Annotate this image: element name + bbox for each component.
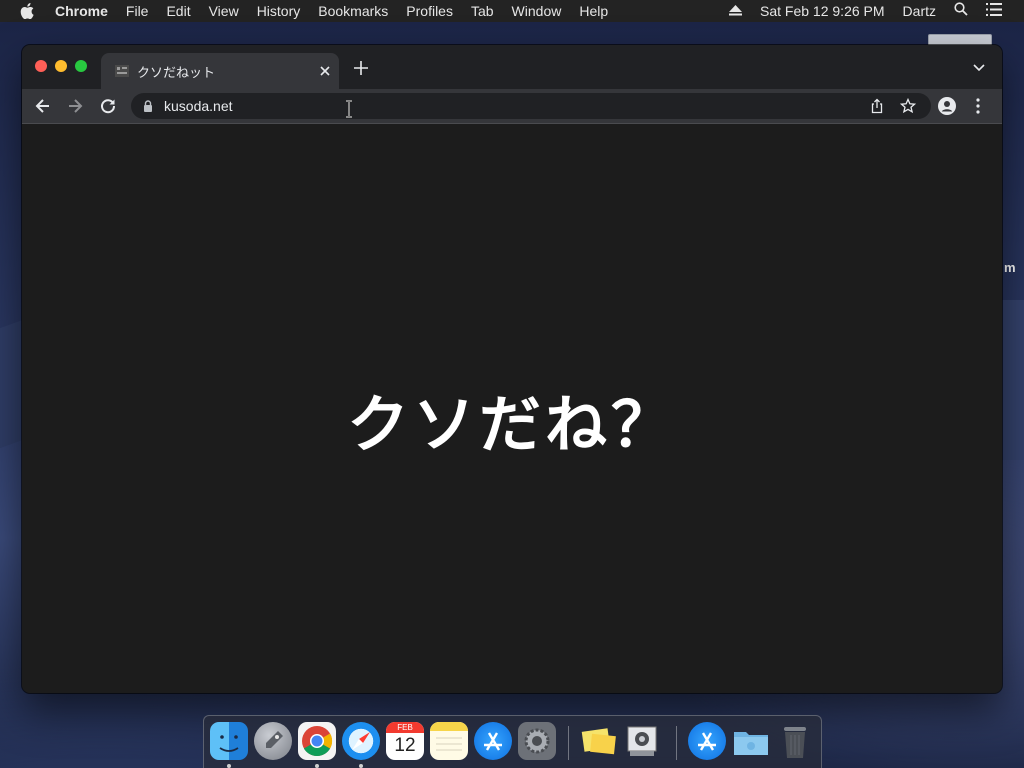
window-zoom-button[interactable] [75,60,87,72]
calendar-icon[interactable]: FEB 12 [386,722,424,760]
share-icon[interactable] [869,98,885,114]
more-menu-icon[interactable] [975,97,981,115]
window-close-button[interactable] [35,60,47,72]
reload-icon[interactable] [99,97,117,115]
folder-icon[interactable] [732,722,770,760]
finder-icon[interactable] [210,722,248,760]
menu-app-chrome[interactable]: Chrome [46,0,117,22]
tab-active[interactable]: クソだねット [101,53,339,89]
safari-running-indicator [359,764,363,768]
profile-avatar-icon[interactable] [938,97,956,115]
tab-search-chevron-icon[interactable] [973,63,985,73]
desktop-icon-label: m [1004,260,1016,275]
finder-running-indicator [227,764,231,768]
page-headline: クソだね？ [346,388,677,461]
stickies-icon[interactable] [580,722,618,760]
safari-icon[interactable] [342,722,380,760]
menu-clock[interactable]: Sat Feb 12 9:26 PM [751,0,894,22]
calendar-month: FEB [386,722,424,733]
menu-bookmarks[interactable]: Bookmarks [309,0,397,22]
new-tab-plus-icon[interactable] [354,61,368,75]
launchpad-icon[interactable] [254,722,292,760]
app-store-icon[interactable] [474,722,512,760]
bookmark-star-icon[interactable] [900,98,916,114]
lock-icon[interactable] [143,100,153,112]
menu-profiles[interactable]: Profiles [397,0,462,22]
dock-separator-2 [676,726,677,760]
menu-bar: Chrome File Edit View History Bookmarks … [0,0,1024,22]
dock: FEB 12 [203,715,822,768]
window-minimize-button[interactable] [55,60,67,72]
forward-arrow-icon[interactable] [66,97,84,115]
menu-view[interactable]: View [200,0,248,22]
back-arrow-icon[interactable] [34,97,52,115]
calendar-day: 12 [394,735,416,756]
preview-icon[interactable] [624,722,662,760]
notification-center-icon[interactable] [977,0,1024,22]
menu-history[interactable]: History [248,0,310,22]
site-favicon-icon [115,65,129,77]
dock-separator [568,726,569,760]
tab-title: クソだねット [137,66,216,81]
downloads-stack-icon[interactable] [688,722,726,760]
menu-tab[interactable]: Tab [462,0,503,22]
browser-toolbar: kusoda.net [22,89,1002,124]
page-content: クソだね？ [22,124,1002,693]
address-bar[interactable]: kusoda.net [131,93,931,119]
tab-strip: クソだねット [22,45,1002,89]
eject-icon[interactable] [720,0,751,22]
system-preferences-icon[interactable] [518,722,556,760]
spotlight-search-icon[interactable] [945,0,977,22]
menu-edit[interactable]: Edit [157,0,199,22]
url-text[interactable]: kusoda.net [164,98,233,114]
menu-help[interactable]: Help [570,0,617,22]
trash-icon[interactable] [776,722,814,760]
menu-file[interactable]: File [117,0,158,22]
chrome-window: クソだねット kusoda.net クソだね？ [22,45,1002,693]
menu-user[interactable]: Dartz [894,0,945,22]
chrome-icon[interactable] [298,722,336,760]
menu-window[interactable]: Window [503,0,571,22]
text-cursor-icon [346,100,352,118]
apple-icon[interactable] [18,3,36,19]
notes-icon[interactable] [430,722,468,760]
chrome-running-indicator [315,764,319,768]
tab-close-icon[interactable] [317,63,333,79]
